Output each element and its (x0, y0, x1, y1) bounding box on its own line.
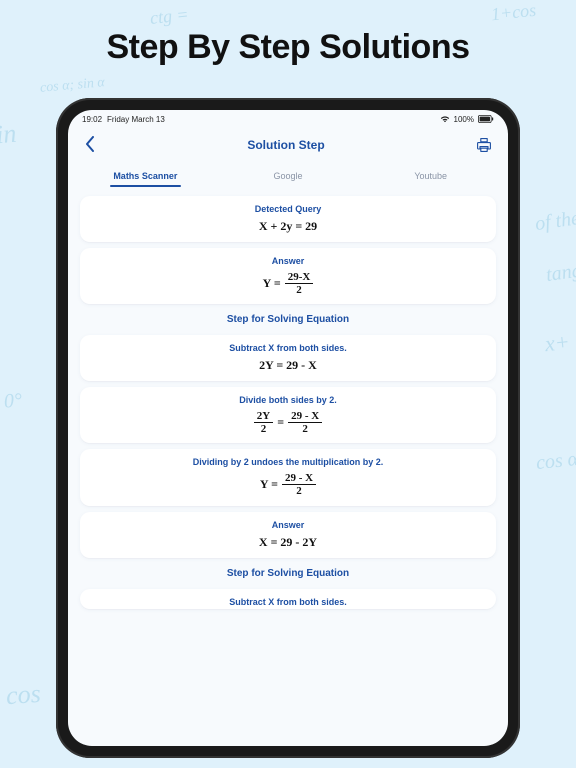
fraction-numerator: 2Y (254, 410, 273, 422)
steps-section-title: Step for Solving Equation (80, 564, 496, 583)
doodle-text: x+ (544, 329, 571, 357)
status-time: 19:02 (82, 115, 102, 124)
answer-expression: Y = 29-X 2 (263, 271, 314, 296)
fraction-denominator: 2 (293, 485, 305, 497)
fraction: 29 - X 2 (288, 410, 322, 435)
step-hint: Subtract X from both sides. (229, 597, 347, 607)
card-label: Answer (272, 520, 305, 530)
tablet-frame: 19:02 Friday March 13 100% Solution Step (56, 98, 520, 758)
step-card-cut: Subtract X from both sides. (80, 589, 496, 609)
fraction-numerator: 29 - X (288, 410, 322, 422)
page-title: Solution Step (247, 138, 324, 152)
step-expression: Y = 29 - X 2 (260, 472, 316, 497)
answer-card: Answer X = 29 - 2Y (80, 512, 496, 558)
fraction-numerator: 29-X (285, 271, 314, 283)
card-label: Answer (272, 256, 305, 266)
equals-sign: = (277, 415, 284, 430)
tab-youtube[interactable]: Youtube (359, 165, 502, 187)
tab-maths-scanner[interactable]: Maths Scanner (74, 165, 217, 187)
back-button[interactable] (84, 136, 96, 155)
solution-content: Detected Query X + 2y = 29 Answer Y = 29… (68, 190, 508, 746)
fraction: 2Y 2 (254, 410, 273, 435)
doodle-text: cos α; sin α (39, 75, 105, 97)
answer-lhs: Y = (263, 276, 281, 291)
print-button[interactable] (476, 137, 492, 153)
step-expression: 2Y 2 = 29 - X 2 (254, 410, 322, 435)
doodle-text: ctg = (149, 4, 190, 29)
status-bar: 19:02 Friday March 13 100% (68, 110, 508, 128)
final-answer-value: X = 29 - 2Y (259, 535, 317, 550)
step-card: Divide both sides by 2. 2Y 2 = 29 - X 2 (80, 387, 496, 443)
fraction: 29 - X 2 (282, 472, 316, 497)
battery-icon (478, 115, 494, 123)
doodle-text: 1+cos (490, 0, 537, 25)
fraction-numerator: 29 - X (282, 472, 316, 484)
doodle-text: tangent (545, 256, 576, 287)
fraction-denominator: 2 (293, 284, 305, 296)
step-card: Dividing by 2 undoes the multiplication … (80, 449, 496, 505)
step-expression: 2Y = 29 - X (259, 358, 317, 373)
promo-headline: Step By Step Solutions (0, 28, 576, 67)
detected-query-card: Detected Query X + 2y = 29 (80, 196, 496, 242)
status-date: Friday March 13 (107, 115, 165, 124)
doodle-text: cos (5, 679, 42, 711)
card-label: Detected Query (255, 204, 322, 214)
doodle-text: of the (534, 207, 576, 236)
step-lhs: Y = (260, 477, 278, 492)
wifi-icon (440, 115, 450, 123)
steps-section-title: Step for Solving Equation (80, 310, 496, 329)
doodle-text: cos α (535, 448, 576, 475)
tablet-screen: 19:02 Friday March 13 100% Solution Step (68, 110, 508, 746)
fraction-denominator: 2 (299, 423, 311, 435)
doodle-text: 0° (3, 389, 23, 413)
step-card: Subtract X from both sides. 2Y = 29 - X (80, 335, 496, 381)
fraction-denominator: 2 (258, 423, 270, 435)
fraction: 29-X 2 (285, 271, 314, 296)
answer-card: Answer Y = 29-X 2 (80, 248, 496, 304)
detected-query-value: X + 2y = 29 (259, 219, 317, 234)
step-hint: Subtract X from both sides. (229, 343, 347, 353)
step-hint: Divide both sides by 2. (239, 395, 337, 405)
tab-bar: Maths Scanner Google Youtube (68, 162, 508, 190)
step-hint: Dividing by 2 undoes the multiplication … (193, 457, 384, 467)
doodle-text: sin (0, 119, 18, 152)
nav-bar: Solution Step (68, 128, 508, 162)
tab-google[interactable]: Google (217, 165, 360, 187)
status-battery-pct: 100% (454, 115, 474, 124)
